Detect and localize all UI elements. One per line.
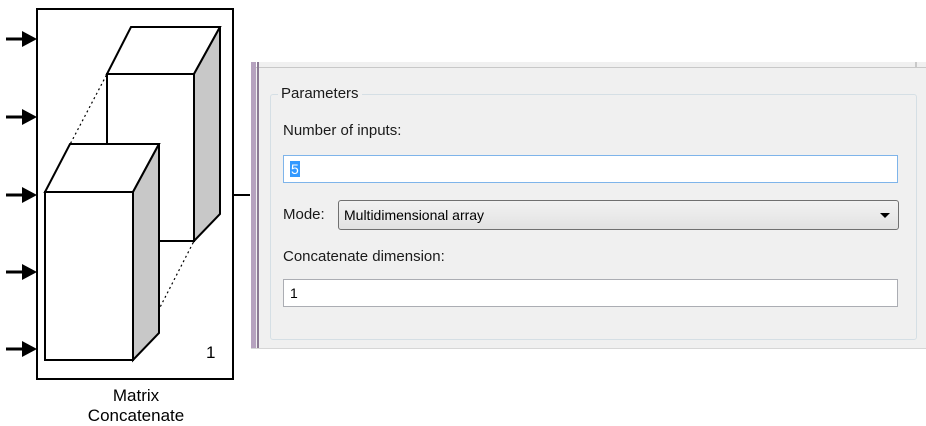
concatenate-dimension-value: 1: [290, 285, 298, 301]
mode-select-value: Multidimensional array: [344, 207, 485, 223]
block-name-line2: Concatenate: [87, 406, 185, 425]
input-ports: [6, 31, 37, 357]
dialog-left-border-inner: [257, 62, 259, 348]
concatenate-dimension-field[interactable]: 1: [283, 279, 898, 307]
output-port-number: 1: [206, 343, 216, 362]
input-arrow-icon[interactable]: [6, 341, 37, 357]
number-of-inputs-label: Number of inputs:: [283, 122, 402, 139]
number-of-inputs-field[interactable]: 5: [283, 155, 898, 183]
chevron-down-icon[interactable]: [880, 213, 890, 218]
block-name-line1: Matrix: [112, 386, 160, 405]
mode-select[interactable]: Multidimensional array: [338, 200, 899, 230]
dialog-left-border: [251, 62, 256, 348]
input-arrow-icon[interactable]: [6, 264, 37, 280]
concatenate-dimension-label: Concatenate dimension:: [283, 248, 445, 265]
mode-label: Mode:: [283, 206, 325, 223]
input-arrow-icon[interactable]: [6, 187, 37, 203]
number-of-inputs-value: 5: [290, 161, 300, 177]
input-arrow-icon[interactable]: [6, 31, 37, 47]
screenshot-stage: 1 Matrix Concatenate Parameters Number o…: [0, 0, 926, 426]
parameters-groupbox-title: Parameters: [278, 85, 362, 102]
input-arrow-icon[interactable]: [6, 109, 37, 125]
